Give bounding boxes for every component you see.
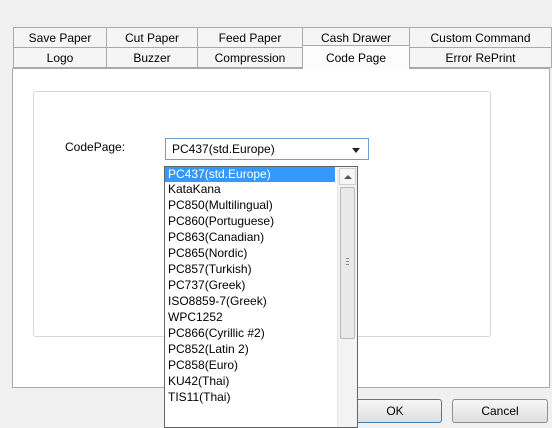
codepage-select[interactable]: PC437(std.Europe) (165, 138, 369, 160)
dropdown-item[interactable]: PC852(Latin 2) (165, 342, 335, 357)
grip-line (346, 264, 349, 265)
dropdown-item[interactable]: ISO8859-7(Greek) (165, 294, 335, 309)
dropdown-item[interactable]: WPC1252 (165, 310, 335, 325)
dropdown-item[interactable]: PC860(Portuguese) (165, 214, 335, 229)
arrow-up-icon (343, 174, 352, 179)
dropdown-item[interactable]: PC858(Euro) (165, 358, 335, 373)
tab-code-page[interactable]: Code Page (302, 45, 410, 69)
tab-buzzer[interactable]: Buzzer (106, 47, 198, 68)
codepage-label: CodePage: (65, 140, 126, 154)
codepage-selected-value: PC437(std.Europe) (172, 142, 275, 156)
grip-line (346, 258, 349, 259)
codepage-dropdown-list[interactable]: PC437(std.Europe) KataKana PC850(Multili… (164, 166, 358, 428)
dropdown-item[interactable]: KataKana (165, 182, 335, 197)
dropdown-scrollbar[interactable] (337, 167, 357, 427)
tab-save-paper[interactable]: Save Paper (13, 27, 107, 47)
tab-error-reprint[interactable]: Error RePrint (409, 47, 552, 68)
dropdown-item[interactable]: PC850(Multilingual) (165, 198, 335, 213)
tab-compression[interactable]: Compression (197, 47, 303, 68)
tab-feed-paper[interactable]: Feed Paper (197, 27, 303, 47)
dropdown-item[interactable]: KU42(Thai) (165, 374, 335, 389)
dropdown-item[interactable]: TIS11(Thai) (165, 390, 335, 405)
tab-custom-command[interactable]: Custom Command (409, 27, 552, 47)
chevron-down-icon[interactable] (352, 148, 360, 153)
cancel-button[interactable]: Cancel (452, 399, 548, 423)
tab-cut-paper[interactable]: Cut Paper (106, 27, 198, 47)
scrollbar-thumb[interactable] (340, 187, 355, 339)
dropdown-item[interactable]: PC857(Turkish) (165, 262, 335, 277)
dropdown-item[interactable]: PC865(Nordic) (165, 246, 335, 261)
dropdown-item-highlighted[interactable]: PC437(std.Europe) (165, 167, 335, 182)
scroll-up-button[interactable] (339, 168, 356, 185)
grip-line (346, 261, 349, 262)
tab-cash-drawer[interactable]: Cash Drawer (302, 27, 410, 47)
dropdown-item[interactable]: PC863(Canadian) (165, 230, 335, 245)
dropdown-item[interactable]: PC737(Greek) (165, 278, 335, 293)
tab-logo[interactable]: Logo (13, 47, 107, 68)
ok-button[interactable]: OK (348, 399, 442, 423)
dropdown-item[interactable]: PC866(Cyrillic #2) (165, 326, 335, 341)
